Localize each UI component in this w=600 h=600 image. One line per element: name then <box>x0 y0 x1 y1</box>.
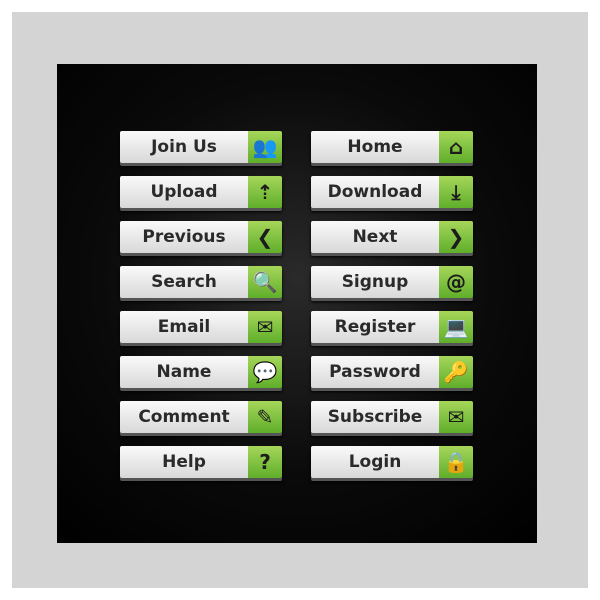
button-label: Register <box>311 311 439 343</box>
question-icon: ? <box>248 446 282 478</box>
register-button[interactable]: Register 💻 <box>311 311 473 343</box>
next-button[interactable]: Next ❯ <box>311 221 473 253</box>
login-button[interactable]: Login 🔒 <box>311 446 473 478</box>
button-label: Signup <box>311 266 439 298</box>
password-button[interactable]: Password 🔑 <box>311 356 473 388</box>
previous-button[interactable]: Previous ❮ <box>120 221 282 253</box>
envelope-icon: ✉ <box>248 311 282 343</box>
laptop-icon: 💻 <box>439 311 473 343</box>
upload-button[interactable]: Upload ⇡ <box>120 176 282 208</box>
join-us-button[interactable]: Join Us 👥 <box>120 131 282 163</box>
button-label: Join Us <box>120 131 248 163</box>
button-label: Home <box>311 131 439 163</box>
lock-icon: 🔒 <box>439 446 473 478</box>
key-icon: 🔑 <box>439 356 473 388</box>
button-label: Subscribe <box>311 401 439 433</box>
document-pen-icon: ✎ <box>248 401 282 433</box>
help-button[interactable]: Help? <box>120 446 282 478</box>
download-icon: ⤓ <box>439 176 473 208</box>
button-label: Search <box>120 266 248 298</box>
button-label: Email <box>120 311 248 343</box>
button-label: Comment <box>120 401 248 433</box>
email-button[interactable]: Email ✉ <box>120 311 282 343</box>
button-label: Previous <box>120 221 248 253</box>
upload-icon: ⇡ <box>248 176 282 208</box>
search-document-icon: 🔍 <box>248 266 282 298</box>
chevron-right-icon: ❯ <box>439 221 473 253</box>
button-label: Help <box>120 446 248 478</box>
envelope-cursor-icon: ✉ <box>439 401 473 433</box>
search-button[interactable]: Search 🔍 <box>120 266 282 298</box>
name-button[interactable]: Name 💬 <box>120 356 282 388</box>
button-label: Login <box>311 446 439 478</box>
subscribe-button[interactable]: Subscribe ✉ <box>311 401 473 433</box>
home-icon: ⌂ <box>439 131 473 163</box>
button-label: Password <box>311 356 439 388</box>
button-label: Upload <box>120 176 248 208</box>
comment-button[interactable]: Comment ✎ <box>120 401 282 433</box>
home-button[interactable]: Home ⌂ <box>311 131 473 163</box>
button-label: Next <box>311 221 439 253</box>
chat-bubble-icon: 💬 <box>248 356 282 388</box>
users-icon: 👥 <box>248 131 282 163</box>
at-sign-icon: @ <box>439 266 473 298</box>
signup-button[interactable]: Signup @ <box>311 266 473 298</box>
download-button[interactable]: Download ⤓ <box>311 176 473 208</box>
button-label: Download <box>311 176 439 208</box>
chevron-left-icon: ❮ <box>248 221 282 253</box>
button-label: Name <box>120 356 248 388</box>
